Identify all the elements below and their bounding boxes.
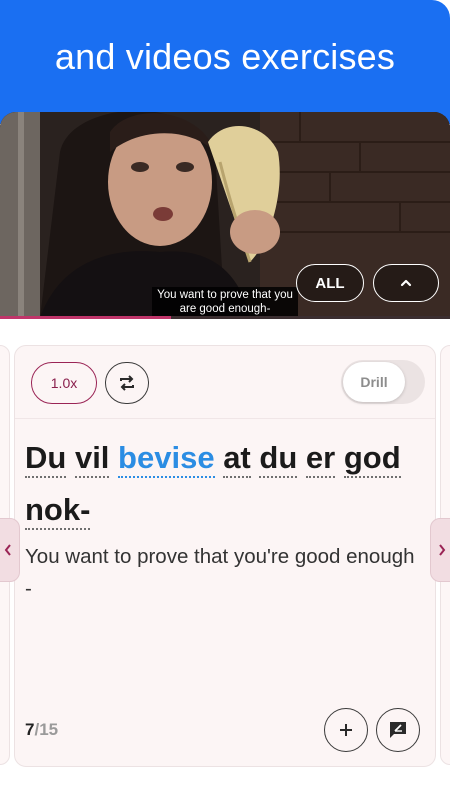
feedback-icon	[390, 722, 406, 738]
all-button[interactable]: ALL	[296, 264, 364, 302]
drill-toggle-knob: Drill	[343, 362, 405, 402]
video-subtitle: You want to prove that you are good enou…	[152, 287, 298, 317]
card-divider	[15, 418, 435, 419]
video-player[interactable]: You want to prove that you are good enou…	[0, 112, 450, 318]
sentence-word[interactable]: at	[223, 440, 251, 478]
promo-header: and videos exercises	[0, 0, 450, 124]
add-button[interactable]	[324, 708, 368, 752]
chevron-right-icon	[439, 544, 446, 556]
feedback-button[interactable]	[376, 708, 420, 752]
repeat-icon	[120, 375, 134, 391]
sentence-word[interactable]: Du	[25, 440, 67, 478]
chevron-up-icon	[400, 279, 412, 287]
drill-toggle[interactable]: Drill	[341, 360, 425, 404]
next-card-button[interactable]	[430, 518, 450, 582]
sentence-word[interactable]: nok-	[25, 492, 91, 530]
translation-text: You want to prove that you're good enoug…	[25, 545, 415, 600]
sentence-word[interactable]: bevise	[118, 440, 215, 478]
sentence-word[interactable]: god	[343, 440, 401, 478]
promo-title: and videos exercises	[54, 36, 396, 77]
sentence-word[interactable]: vil	[74, 440, 110, 478]
card-counter: 7/15	[25, 720, 58, 740]
sentence-word[interactable]: du	[259, 440, 298, 478]
previous-card-button[interactable]	[0, 518, 20, 582]
sentence-word[interactable]: er	[305, 440, 336, 478]
plus-icon	[340, 724, 352, 736]
target-sentence: Du vil bevise at du er god nok-	[25, 432, 425, 536]
counter-total: /15	[34, 720, 59, 739]
expand-up-button[interactable]	[373, 264, 439, 302]
playback-speed-button[interactable]: 1.0x	[31, 362, 97, 404]
sentence-card: 1.0x Drill Du vil bevise at du er god no…	[14, 345, 436, 767]
repeat-button[interactable]	[105, 362, 149, 404]
chevron-left-icon	[4, 544, 11, 556]
